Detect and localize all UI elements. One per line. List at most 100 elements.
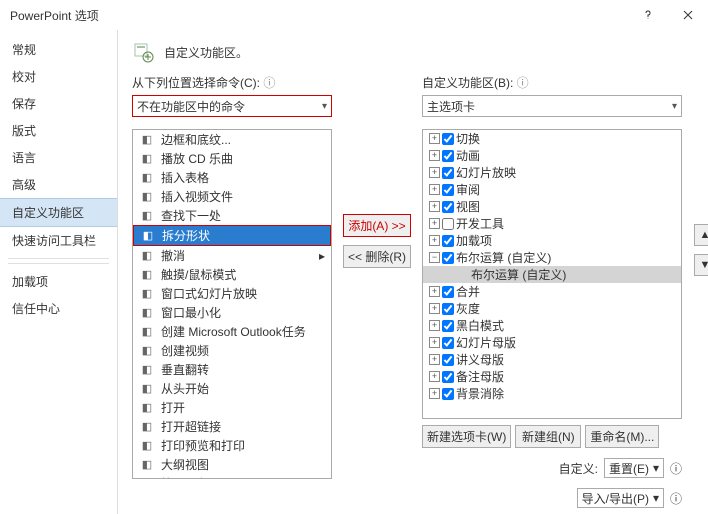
- command-item[interactable]: ◧边框和底纹...: [133, 130, 331, 149]
- tree-row[interactable]: +黑白模式: [423, 317, 681, 334]
- tree-checkbox[interactable]: [442, 150, 454, 162]
- tree-checkbox[interactable]: [442, 201, 454, 213]
- command-icon: ◧: [139, 457, 155, 473]
- sidebar-item-9[interactable]: 信任中心: [0, 295, 117, 322]
- tree-checkbox[interactable]: [442, 133, 454, 145]
- command-icon: ◧: [139, 248, 155, 264]
- expand-icon[interactable]: +: [429, 218, 440, 229]
- info-icon[interactable]: ⓘ: [670, 460, 682, 477]
- command-item[interactable]: ◧窗口最小化: [133, 303, 331, 322]
- command-item[interactable]: ◧插入视频文件: [133, 187, 331, 206]
- tree-checkbox[interactable]: [442, 218, 454, 230]
- close-button[interactable]: [668, 0, 708, 30]
- tree-checkbox[interactable]: [442, 286, 454, 298]
- command-label: 播放 CD 乐曲: [161, 150, 233, 167]
- tree-row[interactable]: +备注母版: [423, 368, 681, 385]
- sidebar-item-1[interactable]: 校对: [0, 63, 117, 90]
- tree-checkbox[interactable]: [442, 184, 454, 196]
- command-item[interactable]: ◧打印预览和打印: [133, 436, 331, 455]
- expand-icon[interactable]: +: [429, 303, 440, 314]
- command-item[interactable]: ◧垂直翻转: [133, 360, 331, 379]
- command-item[interactable]: ◧触摸/鼠标模式: [133, 265, 331, 284]
- new-tab-button[interactable]: 新建选项卡(W): [422, 425, 511, 448]
- ribbon-scope-dropdown[interactable]: 主选项卡 ▾: [422, 95, 682, 117]
- tree-checkbox[interactable]: [442, 354, 454, 366]
- command-item[interactable]: ◧打开: [133, 398, 331, 417]
- tree-row[interactable]: + 加载项: [423, 232, 681, 249]
- expand-icon[interactable]: +: [429, 235, 440, 246]
- expand-icon[interactable]: +: [429, 388, 440, 399]
- ribbon-tree[interactable]: +切换+动画+幻灯片放映+审阅+视图+开发工具+加载项−布尔运算 (自定义)布尔…: [422, 129, 682, 419]
- expand-icon[interactable]: +: [429, 167, 440, 178]
- sidebar-item-5[interactable]: 高级: [0, 171, 117, 198]
- command-item[interactable]: ◧播放 CD 乐曲: [133, 149, 331, 168]
- tree-row[interactable]: +视图: [423, 198, 681, 215]
- sidebar-item-4[interactable]: 语言: [0, 144, 117, 171]
- tree-row[interactable]: +动画: [423, 147, 681, 164]
- expand-icon[interactable]: +: [429, 184, 440, 195]
- sidebar-item-2[interactable]: 保存: [0, 90, 117, 117]
- commands-from-dropdown[interactable]: 不在功能区中的命令 ▾: [132, 95, 332, 117]
- expand-icon[interactable]: +: [429, 150, 440, 161]
- command-icon: ◧: [139, 286, 155, 302]
- command-label: 查找下一处: [161, 207, 221, 224]
- add-button[interactable]: 添加(A) >>: [343, 214, 410, 237]
- command-item[interactable]: ◧从头开始: [133, 379, 331, 398]
- tree-row[interactable]: +幻灯片母版: [423, 334, 681, 351]
- expand-icon[interactable]: +: [429, 354, 440, 365]
- command-item[interactable]: ◧窗口式幻灯片放映: [133, 284, 331, 303]
- tree-checkbox[interactable]: [442, 252, 454, 264]
- command-item[interactable]: ◧大纲视图: [133, 455, 331, 474]
- expand-icon[interactable]: +: [429, 133, 440, 144]
- tree-checkbox[interactable]: [442, 320, 454, 332]
- tree-row[interactable]: +审阅: [423, 181, 681, 198]
- info-icon[interactable]: ⓘ: [260, 76, 275, 90]
- tree-row[interactable]: +讲义母版: [423, 351, 681, 368]
- collapse-icon[interactable]: −: [429, 252, 440, 263]
- tree-row[interactable]: +背景消除: [423, 385, 681, 402]
- tree-row[interactable]: 布尔运算 (自定义): [423, 266, 681, 283]
- tree-checkbox[interactable]: [442, 235, 454, 247]
- info-icon[interactable]: ⓘ: [670, 490, 682, 507]
- expand-icon[interactable]: +: [429, 371, 440, 382]
- sidebar-item-8[interactable]: 加载项: [0, 268, 117, 295]
- command-item[interactable]: ◧等腰三角形: [133, 474, 331, 479]
- reset-dropdown[interactable]: 重置(E) ▾: [604, 458, 664, 478]
- command-item[interactable]: ◧拆分形状: [133, 225, 331, 246]
- rename-button[interactable]: 重命名(M)...: [585, 425, 659, 448]
- commands-listbox[interactable]: ◧边框和底纹...◧播放 CD 乐曲◧插入表格◧插入视频文件◧查找下一处◧拆分形…: [132, 129, 332, 479]
- command-item[interactable]: ◧创建 Microsoft Outlook任务: [133, 322, 331, 341]
- tree-checkbox[interactable]: [442, 388, 454, 400]
- sidebar-item-0[interactable]: 常规: [0, 36, 117, 63]
- tree-row[interactable]: −布尔运算 (自定义): [423, 249, 681, 266]
- tree-checkbox[interactable]: [442, 337, 454, 349]
- command-item[interactable]: ◧创建视频: [133, 341, 331, 360]
- expand-icon[interactable]: +: [429, 201, 440, 212]
- tree-label: 加载项: [456, 232, 492, 249]
- command-item[interactable]: ◧打开超链接: [133, 417, 331, 436]
- sidebar-item-3[interactable]: 版式: [0, 117, 117, 144]
- help-button[interactable]: [628, 0, 668, 30]
- tree-row[interactable]: +合并: [423, 283, 681, 300]
- info-icon[interactable]: ⓘ: [513, 76, 528, 90]
- new-group-button[interactable]: 新建组(N): [515, 425, 581, 448]
- command-item[interactable]: ◧查找下一处: [133, 206, 331, 225]
- import-export-dropdown[interactable]: 导入/导出(P) ▾: [577, 488, 664, 508]
- remove-button[interactable]: << 删除(R): [343, 245, 411, 268]
- expand-icon[interactable]: +: [429, 337, 440, 348]
- tree-checkbox[interactable]: [442, 167, 454, 179]
- expand-icon[interactable]: +: [429, 286, 440, 297]
- tree-row[interactable]: +幻灯片放映: [423, 164, 681, 181]
- tree-row[interactable]: +切换: [423, 130, 681, 147]
- command-item[interactable]: ◧撤消▸: [133, 246, 331, 265]
- tree-checkbox[interactable]: [442, 371, 454, 383]
- command-item[interactable]: ◧插入表格: [133, 168, 331, 187]
- tree-row[interactable]: +灰度: [423, 300, 681, 317]
- expand-icon[interactable]: +: [429, 320, 440, 331]
- sidebar-item-7[interactable]: 快速访问工具栏: [0, 227, 117, 254]
- tree-checkbox[interactable]: [442, 303, 454, 315]
- move-down-button[interactable]: ▼: [694, 254, 708, 276]
- move-up-button[interactable]: ▲: [694, 224, 708, 246]
- sidebar-item-6[interactable]: 自定义功能区: [0, 198, 117, 227]
- tree-row[interactable]: +开发工具: [423, 215, 681, 232]
